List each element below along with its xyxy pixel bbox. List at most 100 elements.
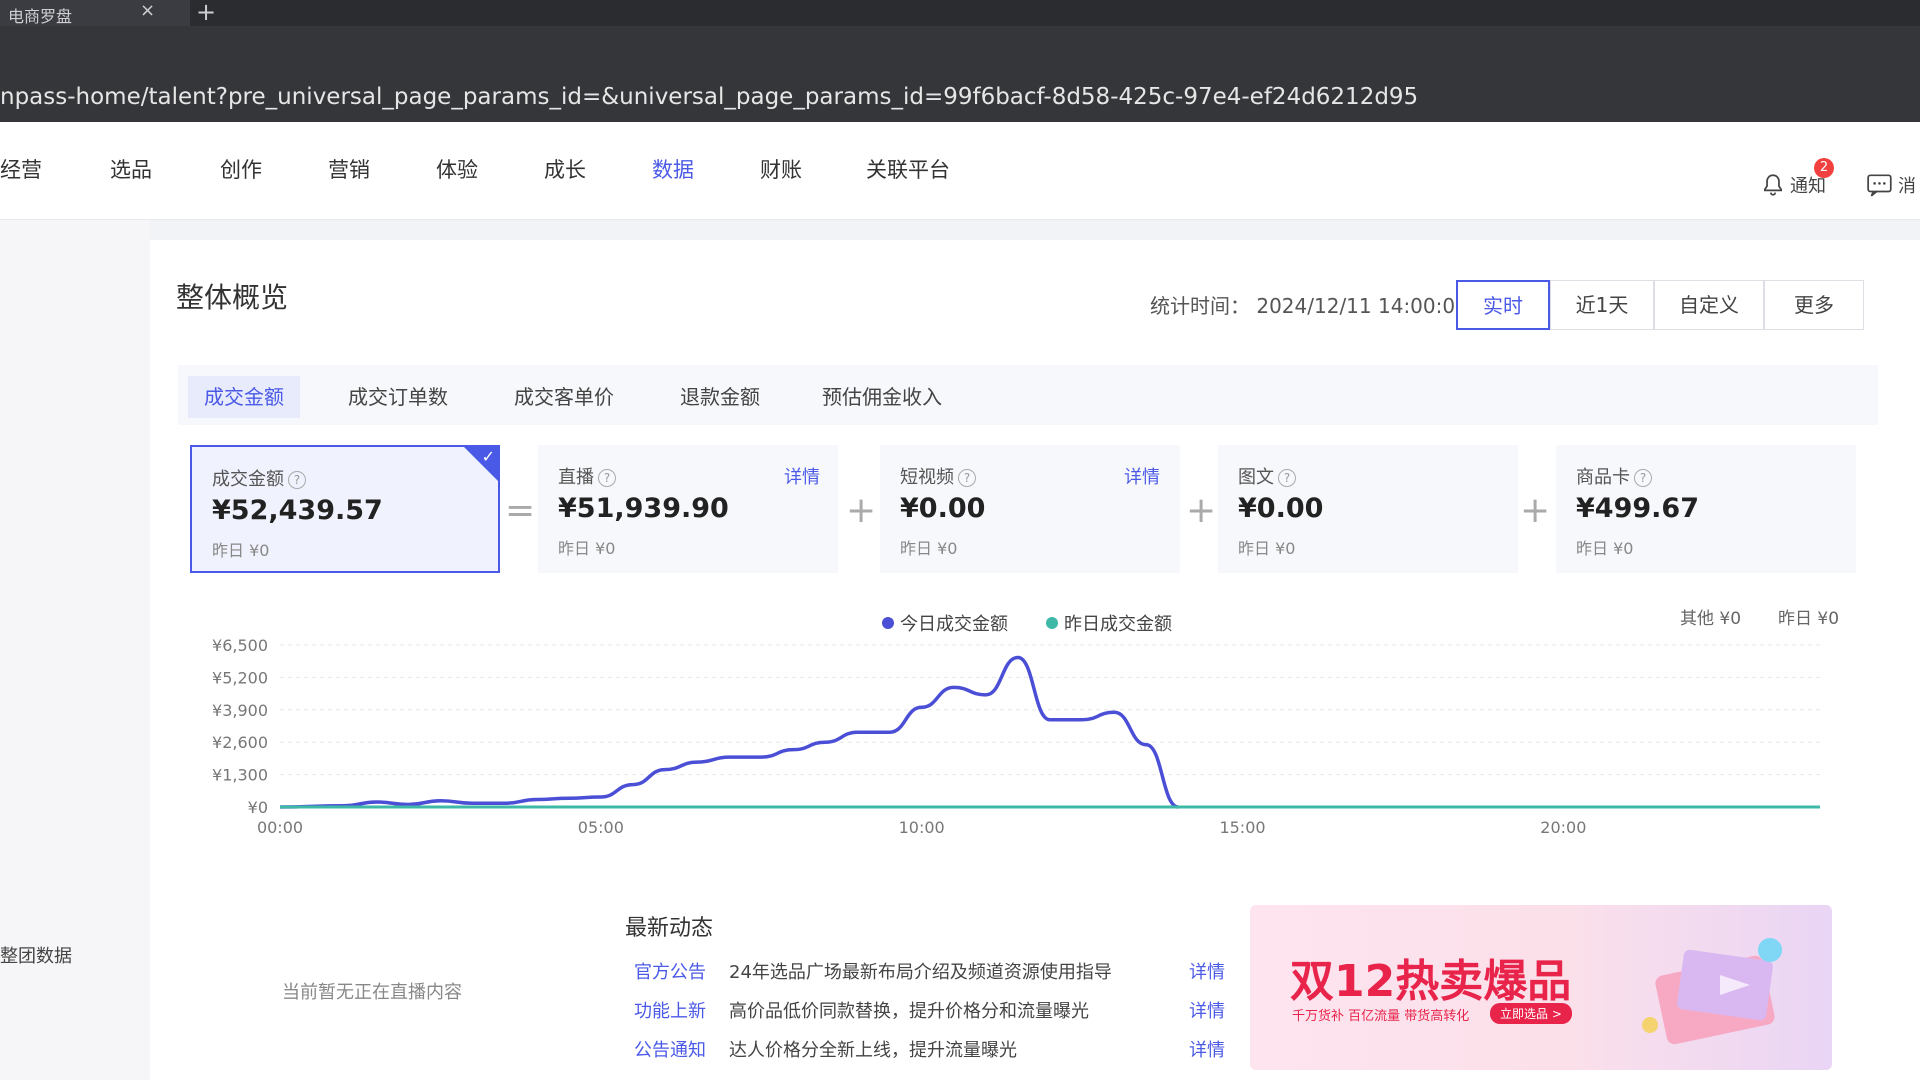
nav-item-operation[interactable]: 经营 [0,154,42,184]
metric-card-short-video[interactable]: 短视频? 详情 ¥0.00 昨日 ¥0 [880,445,1180,573]
y-tick-label: ¥3,900 [212,701,268,720]
equals-operator: = [505,490,536,531]
short-video-detail-link[interactable]: 详情 [1124,463,1160,489]
metric-yesterday: 昨日 ¥0 [1238,539,1296,558]
news-row: 功能上新 高价品低价同款替换，提升价格分和流量曝光 详情 [634,997,1225,1027]
metric-card-live[interactable]: 直播? 详情 ¥51,939.90 昨日 ¥0 [538,445,838,573]
help-icon[interactable]: ? [1278,469,1296,487]
metric-yesterday: 昨日 ¥0 [212,541,270,560]
metric-label: 短视频 [900,467,954,488]
promo-banner[interactable]: 双12热卖爆品 千万货补 百亿流量 带货高转化 立即选品 > [1250,905,1832,1070]
y-tick-label: ¥0 [248,798,268,817]
gmv-line-chart: ¥0 ¥1,300 ¥2,600 ¥3,900 ¥5,200 ¥6,500 00:00 05:… [212,636,1820,837]
nav-item-finance[interactable]: 财账 [760,154,802,184]
live-empty-text: 当前暂无正在直播内容 [282,982,462,1003]
metric-label: 成交金额 [212,469,284,490]
gift-illustration-icon [1642,938,1782,1045]
bell-icon [1764,174,1782,196]
banner-button[interactable]: 立即选品 > [1490,1003,1572,1024]
help-icon[interactable]: ? [288,471,306,489]
news-text[interactable]: 24年选品广场最新布局介绍及频道资源使用指导 [729,958,1112,984]
range-realtime-button[interactable]: 实时 [1456,280,1550,330]
top-nav: 经营 选品 创作 营销 体验 成长 数据 财账 关联平台 通知 消 [0,122,1920,220]
help-icon[interactable]: ? [958,469,976,487]
tab-gmv[interactable]: 成交金额 [188,376,300,418]
new-tab-icon[interactable]: + [196,0,216,26]
nav-item-experience[interactable]: 体验 [436,154,478,184]
y-tick-label: ¥2,600 [212,733,268,752]
metric-value: ¥0.00 [1238,493,1324,524]
metric-label: 商品卡 [1576,467,1630,488]
browser-tabstrip: 电商罗盘 × + [0,0,1920,26]
other-yesterday-stat: 昨日 ¥0 [1778,609,1840,629]
metric-label: 图文 [1238,467,1274,488]
sidebar-item-team-data[interactable]: 整团数据 [0,942,72,968]
range-more-button[interactable]: 更多 [1764,280,1864,330]
metric-card-image-text[interactable]: 图文? ¥0.00 昨日 ¥0 [1218,445,1518,573]
x-tick-label: 05:00 [578,818,624,837]
news-row: 官方公告 24年选品广场最新布局介绍及频道资源使用指导 详情 [634,958,1225,988]
banner-title: 双12热卖爆品 [1290,956,1572,1007]
stat-time-value: 2024/12/11 14:00:00 [1256,294,1468,318]
browser-tab[interactable]: 电商罗盘 × [0,0,190,26]
help-icon[interactable]: ? [598,469,616,487]
check-icon: ✓ [481,447,495,466]
metric-value: ¥52,439.57 [212,495,383,526]
nav-item-selection[interactable]: 选品 [110,154,152,184]
tab-refund-amount[interactable]: 退款金额 [664,376,776,418]
metric-card-gmv[interactable]: ✓ 成交金额? ¥52,439.57 昨日 ¥0 [190,445,500,573]
tab-avg-order-price[interactable]: 成交客单价 [498,376,630,418]
notify-button[interactable]: 通知 [1760,172,1826,198]
tab-order-count[interactable]: 成交订单数 [332,376,464,418]
nav-item-marketing[interactable]: 营销 [328,154,370,184]
range-custom-button[interactable]: 自定义 [1654,280,1764,330]
news-title: 最新动态 [625,916,714,941]
plus-operator: + [1186,490,1217,531]
metric-yesterday: 昨日 ¥0 [1576,539,1634,558]
news-text[interactable]: 高价品低价同款替换，提升价格分和流量曝光 [729,997,1089,1023]
news-detail-link[interactable]: 详情 [1189,997,1225,1023]
live-detail-link[interactable]: 详情 [784,463,820,489]
x-tick-label: 20:00 [1540,818,1586,837]
nav-item-growth[interactable]: 成长 [544,154,586,184]
news-detail-link[interactable]: 详情 [1189,1036,1225,1062]
y-tick-label: ¥5,200 [212,668,268,687]
tab-close-icon[interactable]: × [140,0,155,21]
legend-dot [1046,617,1058,629]
x-tick-label: 15:00 [1219,818,1265,837]
chat-icon [1867,174,1892,197]
y-tick-label: ¥6,500 [212,636,268,655]
url-text[interactable]: npass-home/talent?pre_universal_page_par… [0,84,1418,110]
tab-title: 电商罗盘 [8,7,73,26]
message-button[interactable]: 消 [1866,172,1916,198]
metric-yesterday: 昨日 ¥0 [900,539,958,558]
tab-estimated-commission[interactable]: 预估佣金收入 [806,376,958,418]
nav-item-data[interactable]: 数据 [652,154,694,184]
news-tag: 公告通知 [634,1040,706,1061]
nav-item-creation[interactable]: 创作 [220,154,262,184]
help-icon[interactable]: ? [1634,469,1652,487]
news-row: 公告通知 达人价格分全新上线，提升流量曝光 详情 [634,1036,1225,1066]
nav-item-linked-platform[interactable]: 关联平台 [866,154,950,184]
banner-subtitle: 千万货补 百亿流量 带货高转化 [1292,1009,1470,1024]
metric-value: ¥0.00 [900,493,986,524]
metric-card-product-card[interactable]: 商品卡? ¥499.67 昨日 ¥0 [1556,445,1856,573]
other-stat: 其他 ¥0 [1680,609,1742,629]
stat-time: 统计时间： 2024/12/11 14:00:00 [1150,290,1468,319]
x-tick-label: 00:00 [257,818,303,837]
metric-value: ¥51,939.90 [558,493,729,524]
news-detail-link[interactable]: 详情 [1189,958,1225,984]
y-tick-label: ¥1,300 [212,766,268,785]
plus-operator: + [846,490,877,531]
range-1day-button[interactable]: 近1天 [1550,280,1654,330]
news-text[interactable]: 达人价格分全新上线，提升流量曝光 [729,1036,1017,1062]
news-tag: 官方公告 [634,962,706,983]
notify-badge: 2 [1814,158,1834,178]
metric-yesterday: 昨日 ¥0 [558,539,616,558]
metric-label: 直播 [558,467,594,488]
news-tag: 功能上新 [634,1001,706,1022]
legend-dot [882,617,894,629]
page-title: 整体概览 [176,281,289,314]
address-bar: npass-home/talent?pre_universal_page_par… [0,26,1920,122]
metric-value: ¥499.67 [1576,493,1699,524]
